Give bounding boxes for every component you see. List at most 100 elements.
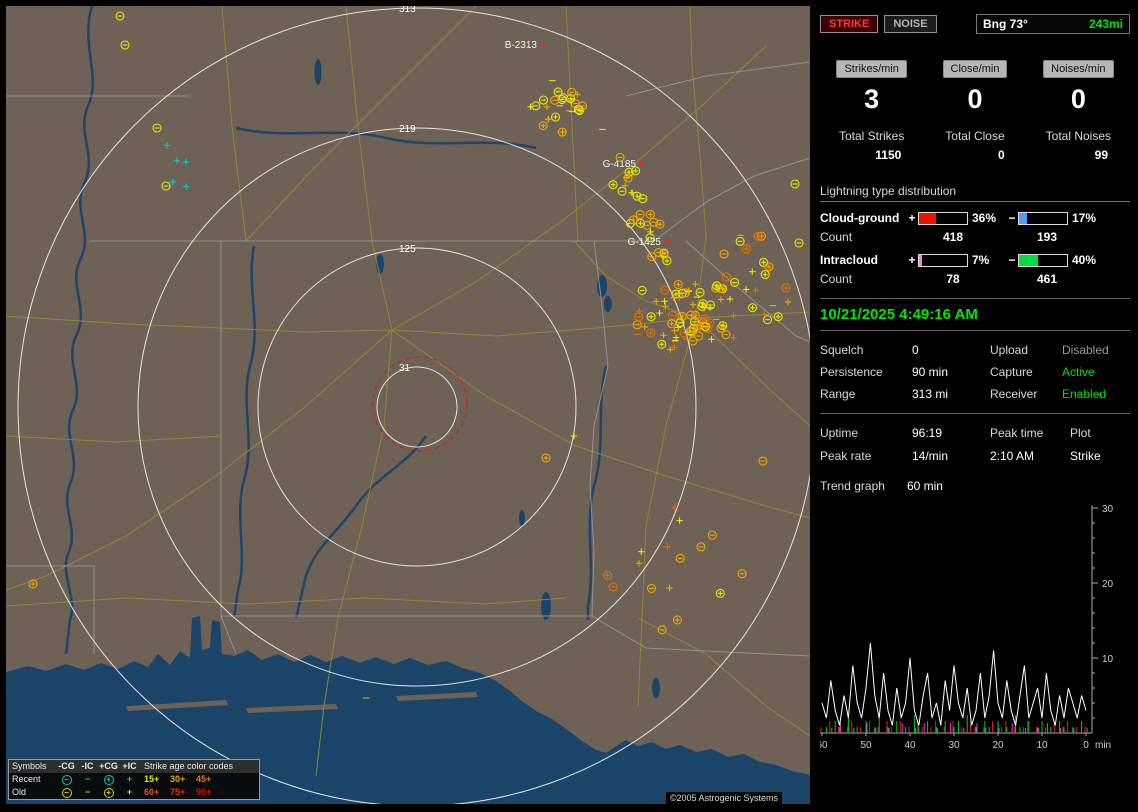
datetime-display: 10/21/2025 4:49:16 AM [820,299,1130,331]
neg-cg-circle-icon: − [56,773,77,786]
close-per-min-column: Close/min 0 [923,60,1026,115]
legend-col-neg-cg: -CG [58,761,75,771]
cg-positive-count: 418 [942,230,964,244]
range-label: Range [820,387,856,401]
app-window: 313 219 125 31 B-2313 G-4185 G-1425 Symbols -C… [0,0,1138,812]
range-value: 313 mi [912,387,949,401]
legend-col-neg-ic: -IC [81,761,94,771]
ic-positive-count: 78 [946,272,960,286]
status-panel: STRIKE NOISE Bng 73° 243mi Strikes/min 3… [810,0,1138,812]
svg-text:G-1425: G-1425 [628,237,662,248]
strikes-per-min-value: 3 [864,84,880,114]
cloud-ground-counts: Count 418 193 [820,230,1130,244]
cg-negative-count: 193 [1036,230,1058,244]
total-strikes-column: Total Strikes 1150 [820,129,923,162]
distance-value: 243mi [1088,17,1123,31]
svg-text:40: 40 [904,740,916,751]
svg-text:10: 10 [1102,654,1114,665]
session-stats-grid: Uptime 96:19 Peak time Plot Peak rate 14… [820,426,1130,463]
receiver-value: Enabled [1062,387,1107,401]
receiver-label: Receiver [990,387,1038,401]
ic-count-label: Count [820,272,853,286]
strike-toggle-button[interactable]: STRIKE [820,15,879,33]
total-strikes-value: 1150 [875,148,902,162]
intracloud-label: Intracloud [820,253,879,267]
age-codes-row-1: 15+ 30+ 45+ [144,774,212,784]
legend-symbols-label: Symbols [12,761,47,771]
cg-negative-bar [1018,211,1068,225]
minus-sign: − [1008,211,1016,225]
total-strikes-label: Total Strikes [838,129,905,143]
svg-text:219: 219 [399,124,416,135]
legend-col-pos-ic: +IC [122,761,137,771]
total-noises-label: Total Noises [1045,129,1112,143]
noises-per-min-value: 0 [1070,84,1086,114]
legend-row-recent: Recent − − + + 15+ 30+ 45+ [9,773,259,786]
strikes-per-min-button[interactable]: Strikes/min [836,60,907,78]
persistence-value: 90 min [912,365,949,379]
total-noises-value: 99 [1094,148,1108,162]
age-codes-row-2: 60+ 75+ 90+ [144,787,212,797]
cloud-ground-label: Cloud-ground [820,211,900,225]
total-close-label: Total Close [945,129,1005,143]
squelch-value: 0 [912,343,919,357]
intracloud-row: Intracloud + 7% − 40% [820,253,1130,267]
svg-text:min: min [1095,740,1111,751]
pos-ic-icon: + [126,774,133,784]
svg-text:30: 30 [1102,504,1114,515]
uptime-label: Uptime [820,426,859,440]
intracloud-counts: Count 78 461 [820,272,1130,286]
ic-positive-pct: 7% [972,253,990,267]
peak-time-value: 2:10 AM [990,449,1035,463]
legend-col-pos-cg: +CG [99,761,118,771]
svg-text:20: 20 [992,740,1004,751]
ic-negative-pct: 40% [1072,253,1097,267]
strikes-per-min-column: Strikes/min 3 [820,60,923,115]
total-close-column: Total Close 0 [923,129,1026,162]
noises-per-min-button[interactable]: Noises/min [1043,60,1114,78]
trend-window-value: 60 min [906,479,943,493]
ic-negative-count: 461 [1036,272,1058,286]
cg-positive-pct: 36% [972,211,997,225]
neg-cg-circle-icon: − [56,786,77,799]
svg-text:10: 10 [1036,740,1048,751]
persistence-label: Persistence [820,365,883,379]
legend-header: Symbols -CG -IC +CG +IC Strike age color… [9,760,259,773]
svg-text:0: 0 [1083,740,1089,751]
close-per-min-value: 0 [967,84,983,114]
legend-row-old: Old − − + + 60+ 75+ 90+ [9,786,259,799]
minus-sign: − [1008,253,1016,267]
noise-toggle-button[interactable]: NOISE [884,15,937,33]
legend-old-label: Old [12,787,27,797]
distribution-title: Lightning type distribution [820,184,1130,202]
svg-text:50: 50 [860,740,872,751]
cloud-ground-row: Cloud-ground + 36% − 17% [820,211,1130,225]
svg-text:31: 31 [399,363,411,374]
peak-time-label: Peak time [990,426,1044,440]
map-legend: Symbols -CG -IC +CG +IC Strike age color… [8,759,260,800]
map-canvas[interactable]: 31321912531B-2313G-4185G-1425 [6,6,810,804]
svg-text:30: 30 [948,740,960,751]
cg-negative-pct: 17% [1072,211,1097,225]
pos-ic-icon: + [126,787,133,797]
legend-recent-label: Recent [12,774,41,784]
bearing-readout: Bng 73° 243mi [976,14,1130,34]
plot-value: Strike [1070,449,1101,463]
svg-text:125: 125 [399,244,416,255]
svg-text:60: 60 [820,740,828,751]
capture-label: Capture [990,365,1033,379]
squelch-label: Squelch [820,343,864,357]
peak-rate-value: 14/min [912,449,949,463]
lightning-map[interactable]: 313 219 125 31 B-2313 G-4185 G-1425 Symbols -C… [6,6,810,804]
ic-negative-bar [1018,253,1068,267]
total-close-value: 0 [997,148,1005,162]
copyright-notice: ©2005 Astrogenic Systems [665,792,782,804]
peak-rate-label: Peak rate [820,449,872,463]
cg-positive-bar [918,211,968,225]
trend-graph: 10 20 30 60 50 40 30 20 10 0 min [816,504,1114,751]
svg-text:B-2313: B-2313 [505,40,538,51]
close-per-min-button[interactable]: Close/min [942,60,1008,78]
cg-count-label: Count [820,230,853,244]
plus-sign: + [908,253,916,267]
upload-value: Disabled [1062,343,1109,357]
